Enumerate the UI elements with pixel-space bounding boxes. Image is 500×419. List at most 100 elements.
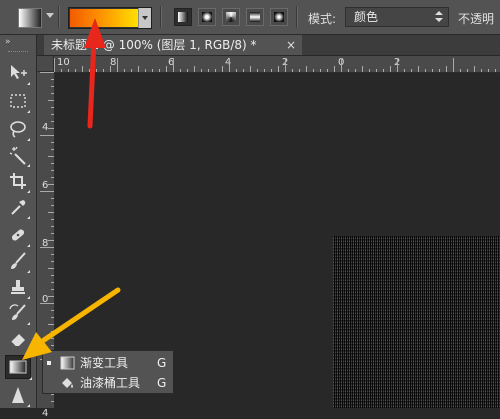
- ruler-tick: [236, 69, 237, 72]
- ruler-tick: [152, 69, 153, 72]
- healing-brush-tool-icon[interactable]: [8, 225, 30, 247]
- ruler-tick: [390, 66, 391, 72]
- ruler-tick: [474, 66, 475, 72]
- collapse-panel-icon[interactable]: »: [5, 37, 10, 47]
- ruler-tick: [159, 69, 160, 72]
- gradient-picker[interactable]: [68, 7, 152, 29]
- ruler-tick: [383, 69, 384, 72]
- gradient-preview[interactable]: [70, 9, 138, 27]
- gradient-tool-icon[interactable]: [5, 355, 32, 380]
- tools-panel: »: [0, 35, 37, 408]
- ruler-tick: [48, 324, 54, 325]
- paint-bucket-icon: [60, 376, 75, 390]
- close-tab-icon[interactable]: ×: [286, 35, 296, 55]
- ruler-tick: [40, 191, 54, 192]
- brush-tool-icon[interactable]: [8, 251, 30, 273]
- ruler-tick: [48, 212, 54, 213]
- ruler-tick: [51, 219, 54, 220]
- panel-grip[interactable]: [8, 51, 28, 54]
- ruler-tick: [313, 69, 314, 72]
- ruler-tick: [467, 69, 468, 72]
- ruler-tick: [48, 156, 54, 157]
- ruler-tick: [54, 58, 55, 72]
- gradient-tool-preset-icon[interactable]: [18, 8, 42, 28]
- magic-wand-tool-icon[interactable]: [8, 145, 30, 167]
- ruler-tick: [299, 69, 300, 72]
- ruler-tick: [201, 69, 202, 72]
- eraser-tool-icon[interactable]: [8, 329, 30, 351]
- ruler-tick: [243, 69, 244, 72]
- move-tool-icon[interactable]: [8, 63, 30, 85]
- ruler-tick: [481, 69, 482, 72]
- tool-preset-dropdown-icon[interactable]: [46, 13, 54, 18]
- ruler-tick: [48, 240, 54, 241]
- flyout-item-label: 渐变工具: [80, 356, 129, 370]
- flyout-item-paint-bucket-tool[interactable]: 油漆桶工具 G: [43, 373, 173, 393]
- ruler-tick: [229, 58, 230, 72]
- ruler-tick: [103, 69, 104, 72]
- ruler-tick: [425, 69, 426, 72]
- ruler-tick: [82, 66, 83, 72]
- ruler-tick: [48, 100, 54, 101]
- ruler-tick: [51, 345, 54, 346]
- diamond-gradient-icon: [274, 12, 284, 22]
- options-bar: 模式: 颜色 不透明: [0, 0, 500, 35]
- ruler-origin[interactable]: [37, 56, 54, 72]
- ruler-tick: [327, 69, 328, 72]
- ruler-tick: [124, 69, 125, 72]
- reflected-gradient-button[interactable]: [246, 8, 264, 26]
- angle-gradient-button[interactable]: [222, 8, 240, 26]
- diamond-gradient-button[interactable]: [270, 8, 288, 26]
- ruler-tick: [320, 69, 321, 72]
- marquee-tool-icon[interactable]: [8, 91, 30, 113]
- ruler-tick: [271, 69, 272, 72]
- ruler-tick: [89, 69, 90, 72]
- ruler-label: 10: [57, 57, 70, 68]
- horizontal-ruler[interactable]: 10 8 6 4 2 0 2: [54, 56, 500, 73]
- ruler-tick: [51, 142, 54, 143]
- opacity-label: 不透明: [458, 12, 495, 26]
- ruler-tick: [110, 66, 111, 72]
- ruler-tick: [117, 58, 118, 72]
- flyout-item-shortcut: G: [157, 356, 167, 370]
- crop-tool-icon[interactable]: [8, 171, 30, 193]
- radial-gradient-icon: [202, 12, 212, 22]
- ruler-tick: [173, 58, 174, 72]
- noise-texture-layer[interactable]: [333, 236, 500, 408]
- ruler-tick: [51, 317, 54, 318]
- options-separator: [160, 6, 162, 28]
- ruler-tick: [285, 58, 286, 72]
- ruler-tick: [51, 121, 54, 122]
- ruler-tick: [51, 170, 54, 171]
- ruler-tick: [48, 184, 54, 185]
- ruler-tick: [51, 177, 54, 178]
- ruler-tick: [257, 69, 258, 72]
- document-tab[interactable]: 未标题-1 @ 100% (图层 1, RGB/8) * ×: [44, 35, 302, 55]
- reflected-gradient-icon: [250, 12, 260, 22]
- eyedropper-tool-icon[interactable]: [8, 197, 30, 219]
- ruler-tick: [208, 69, 209, 72]
- ruler-tick: [51, 107, 54, 108]
- ruler-tick: [418, 66, 419, 72]
- lasso-tool-icon[interactable]: [8, 119, 30, 141]
- blend-mode-value: 颜色: [354, 10, 379, 24]
- gradient-dropdown-button[interactable]: [138, 8, 151, 28]
- ruler-tick: [145, 69, 146, 72]
- sharpen-tool-icon[interactable]: [8, 385, 30, 407]
- ruler-tick: [51, 394, 54, 395]
- flyout-item-gradient-tool[interactable]: 渐变工具 G: [43, 353, 173, 373]
- blend-mode-select[interactable]: 颜色: [345, 7, 449, 27]
- clone-stamp-tool-icon[interactable]: [8, 277, 30, 299]
- ruler-tick: [51, 282, 54, 283]
- ruler-tick: [48, 268, 54, 269]
- ruler-tick: [404, 69, 405, 72]
- history-brush-tool-icon[interactable]: [8, 303, 30, 325]
- ruler-tick: [51, 86, 54, 87]
- ruler-tick: [51, 338, 54, 339]
- linear-gradient-button[interactable]: [174, 8, 192, 26]
- flyout-item-shortcut: G: [157, 376, 167, 390]
- ruler-label: 4: [42, 408, 49, 419]
- ruler-tick: [278, 66, 279, 72]
- ruler-tick: [187, 69, 188, 72]
- radial-gradient-button[interactable]: [198, 8, 216, 26]
